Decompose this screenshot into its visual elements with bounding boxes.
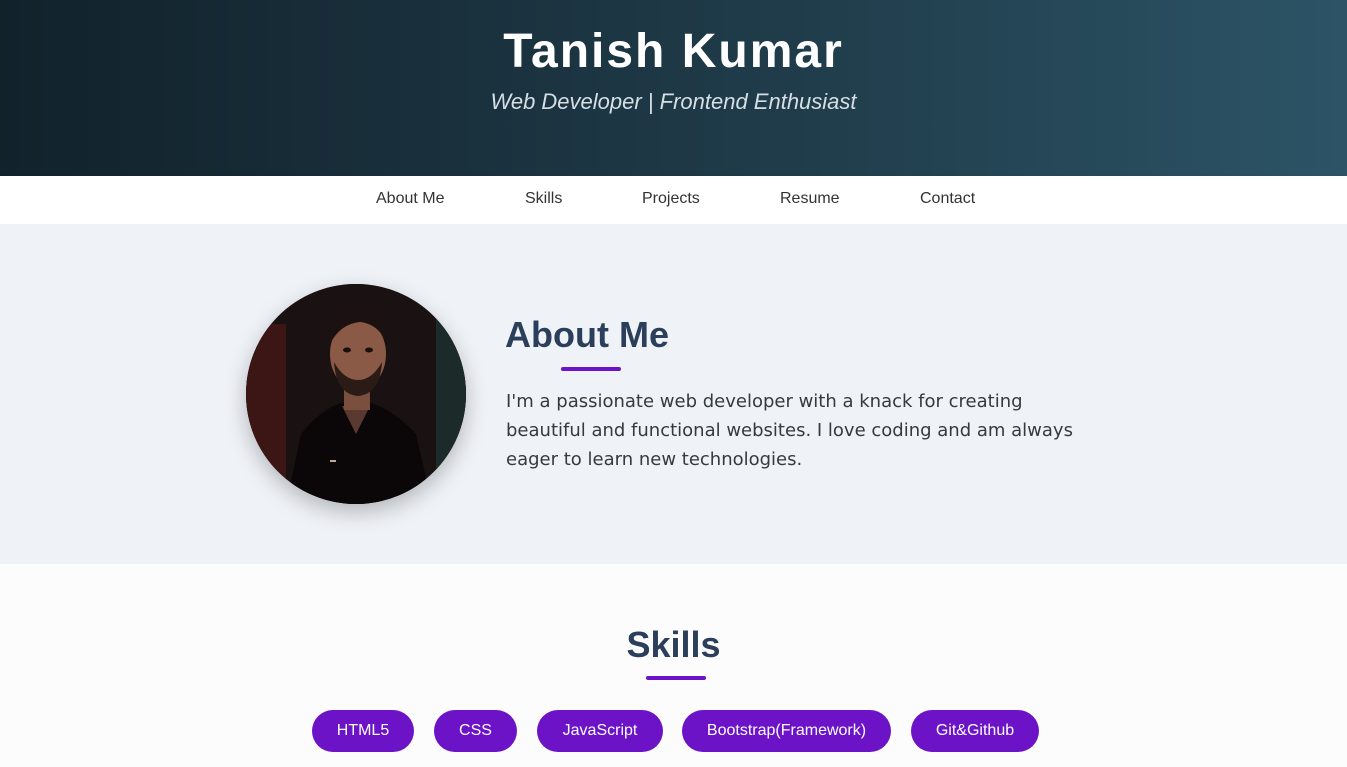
nav-link-skills[interactable]: Skills bbox=[525, 190, 562, 208]
nav-link-about[interactable]: About Me bbox=[376, 190, 444, 208]
profile-photo bbox=[246, 284, 466, 504]
skills-heading-underline bbox=[646, 676, 706, 680]
site-title: Tanish Kumar bbox=[503, 25, 844, 78]
nav-link-resume[interactable]: Resume bbox=[780, 190, 840, 208]
main-navbar: About Me Skills Projects Resume Contact bbox=[0, 176, 1347, 224]
skill-chip-css: CSS bbox=[434, 710, 517, 752]
profile-photo-illustration bbox=[246, 284, 466, 504]
skills-heading: Skills bbox=[626, 624, 721, 665]
skill-chip-bootstrap: Bootstrap(Framework) bbox=[682, 710, 891, 752]
about-section: About Me I'm a passionate web developer … bbox=[0, 224, 1347, 564]
hero-header: Tanish Kumar Web Developer | Frontend En… bbox=[0, 0, 1347, 176]
about-heading-underline bbox=[561, 367, 621, 371]
nav-link-contact[interactable]: Contact bbox=[920, 190, 975, 208]
skill-chip-javascript: JavaScript bbox=[537, 710, 663, 752]
skill-chip-git-github: Git&Github bbox=[911, 710, 1039, 752]
skill-chip-html5: HTML5 bbox=[312, 710, 414, 752]
nav-link-projects[interactable]: Projects bbox=[642, 190, 700, 208]
skills-section: Skills HTML5 CSS JavaScript Bootstrap(Fr… bbox=[0, 564, 1347, 767]
about-description: I'm a passionate web developer with a kn… bbox=[506, 391, 1073, 470]
site-tagline: Web Developer | Frontend Enthusiast bbox=[490, 89, 857, 114]
about-heading: About Me bbox=[505, 314, 669, 355]
